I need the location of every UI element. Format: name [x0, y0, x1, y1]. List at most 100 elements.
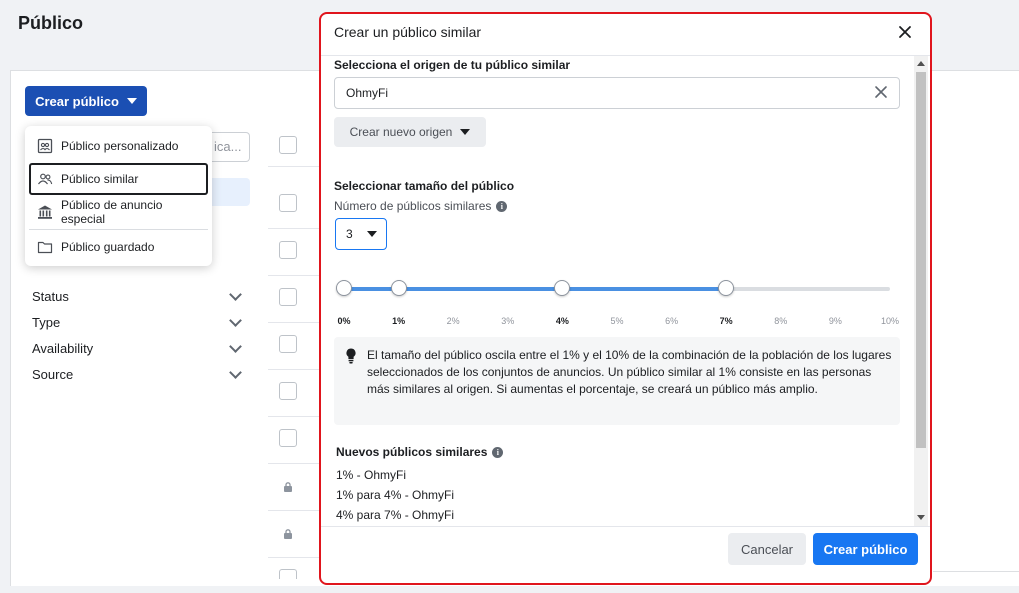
row-divider: [268, 510, 320, 511]
slider-tick-label: 5%: [610, 316, 624, 326]
cancel-button[interactable]: Cancelar: [728, 533, 806, 565]
selected-sidebar-item[interactable]: [212, 178, 250, 206]
slider-tick-label: 2%: [446, 316, 460, 326]
row-divider: [268, 275, 320, 276]
folder-icon: [37, 241, 53, 254]
table-divider: [933, 571, 1019, 572]
close-icon[interactable]: [897, 24, 913, 40]
slider-tick-label: 0%: [337, 316, 351, 326]
menu-item-special-ad-audience[interactable]: Público de anuncio especial: [29, 197, 208, 227]
audience-count-value: 3: [346, 227, 353, 241]
row-checkbox[interactable]: [279, 194, 297, 212]
filter-list: Status Type Availability Source: [32, 283, 244, 387]
filter-label: Status: [32, 288, 69, 304]
dialog-footer-divider: [321, 526, 930, 527]
scrollbar-thumb[interactable]: [916, 72, 926, 448]
row-checkbox[interactable]: [279, 335, 297, 353]
create-audience-submit-button[interactable]: Crear público: [813, 533, 918, 565]
row-divider: [268, 463, 320, 464]
source-input[interactable]: OhmyFi: [334, 77, 900, 109]
slider-tick-label: 8%: [774, 316, 788, 326]
page-title: Público: [18, 13, 84, 33]
source-section-label: Selecciona el origen de tu público simil…: [334, 58, 571, 72]
row-divider: [268, 557, 320, 558]
create-audience-label: Crear público: [35, 93, 119, 109]
scroll-down-icon[interactable]: [917, 515, 925, 520]
lightbulb-icon: [346, 348, 356, 364]
search-input[interactable]: ica...: [212, 132, 250, 162]
create-new-source-label: Crear nuevo origen: [349, 125, 453, 139]
menu-item-label: Público de anuncio especial: [61, 198, 163, 226]
row-divider: [268, 228, 320, 229]
audience-count-select[interactable]: 3: [335, 218, 387, 250]
audience-size-slider[interactable]: 0% 1% 2% 3% 4% 5% 6% 7% 8% 9% 10%: [321, 276, 914, 336]
create-new-source-button[interactable]: Crear nuevo origen: [334, 117, 486, 147]
menu-item-custom-audience[interactable]: Público personalizado: [29, 131, 208, 161]
select-all-checkbox[interactable]: [279, 136, 297, 154]
slider-handle[interactable]: [390, 280, 407, 296]
lookalike-dialog: Crear un público similar Selecciona el o…: [319, 12, 932, 585]
info-icon[interactable]: i: [492, 446, 504, 458]
slider-handle[interactable]: [554, 280, 571, 296]
row-checkbox[interactable]: [279, 569, 297, 579]
menu-item-lookalike-audience[interactable]: Público similar: [29, 163, 208, 195]
list-item: 4% para 7% - OhmyFi: [336, 508, 455, 522]
slider-handle[interactable]: [336, 280, 352, 296]
filter-availability[interactable]: Availability: [32, 335, 244, 361]
create-audience-menu: Público personalizado Público similar Pú…: [25, 126, 212, 266]
row-divider: [268, 416, 320, 417]
chevron-down-icon: [229, 287, 242, 301]
scroll-up-icon[interactable]: [917, 61, 925, 66]
bank-icon: [38, 205, 52, 219]
slider-tick-label: 10%: [880, 316, 900, 326]
dialog-scrollbar[interactable]: [914, 56, 928, 526]
slider-tick-label: 9%: [828, 316, 842, 326]
audience-count-text: Número de públicos similares: [334, 199, 492, 213]
filter-source[interactable]: Source: [32, 361, 244, 387]
row-divider: [268, 166, 320, 167]
menu-item-label: Público guardado: [61, 240, 155, 254]
caret-down-icon: [366, 231, 377, 237]
row-checkbox[interactable]: [279, 382, 297, 400]
list-item: 1% - OhmyFi: [336, 468, 407, 482]
menu-item-saved-audience[interactable]: Público guardado: [29, 232, 208, 262]
slider-tick-label: 3%: [501, 316, 515, 326]
row-checkbox[interactable]: [279, 241, 297, 259]
lock-icon: [284, 482, 292, 492]
caret-down-icon: [126, 98, 137, 104]
chevron-down-icon: [229, 339, 242, 353]
slider-tick-label: 7%: [719, 316, 733, 326]
size-info-box: El tamaño del público oscila entre el 1%…: [334, 337, 900, 425]
chevron-down-icon: [229, 313, 242, 327]
custom-audience-icon: [37, 138, 53, 154]
menu-divider: [29, 229, 208, 230]
clear-icon[interactable]: [873, 84, 889, 100]
new-audiences-list: 1% - OhmyFi 1% para 4% - OhmyFi 4% para …: [336, 465, 454, 525]
row-checkbox[interactable]: [279, 429, 297, 447]
filter-status[interactable]: Status: [32, 283, 244, 309]
new-audiences-heading: Nuevos públicos similares i: [336, 445, 504, 459]
slider-tick-label: 1%: [392, 316, 406, 326]
row-divider: [268, 322, 320, 323]
filter-label: Availability: [32, 340, 94, 356]
size-info-text: El tamaño del público oscila entre el 1%…: [367, 348, 892, 396]
dialog-body: Selecciona el origen de tu público simil…: [321, 56, 914, 526]
dialog-title: Crear un público similar: [334, 24, 482, 40]
people-icon: [38, 173, 53, 185]
list-item: 1% para 4% - OhmyFi: [336, 488, 455, 502]
info-icon[interactable]: i: [496, 200, 508, 212]
new-audiences-label: Nuevos públicos similares: [336, 445, 488, 459]
filter-type[interactable]: Type: [32, 309, 244, 335]
size-section-label: Seleccionar tamaño del público: [334, 179, 515, 193]
row-divider: [268, 369, 320, 370]
menu-item-label: Público personalizado: [61, 139, 179, 153]
filter-label: Source: [32, 366, 74, 382]
row-checkbox[interactable]: [279, 288, 297, 306]
lock-icon: [284, 529, 292, 539]
slider-tick-label: 6%: [665, 316, 679, 326]
filter-label: Type: [32, 314, 61, 330]
create-audience-button[interactable]: Crear público: [25, 86, 147, 116]
menu-item-label: Público similar: [61, 172, 139, 186]
slider-handle[interactable]: [718, 280, 735, 296]
audience-count-label: Número de públicos similares i: [334, 199, 508, 213]
